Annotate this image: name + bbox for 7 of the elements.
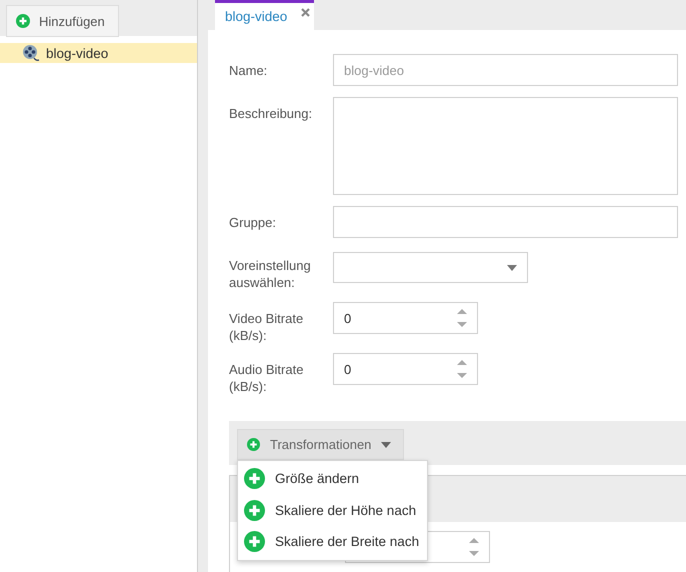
item-label: blog-video (46, 46, 108, 60)
field-label: Video Bitrate (kB/s): (229, 310, 304, 344)
field-label: Beschreibung: (229, 105, 314, 122)
field-label: Audio Bitrate (kB/s): (229, 361, 304, 395)
field-label: Voreinstellung auswählen: (229, 257, 312, 291)
field-label: Gruppe: (229, 214, 277, 231)
field-label: Name: (229, 62, 268, 79)
